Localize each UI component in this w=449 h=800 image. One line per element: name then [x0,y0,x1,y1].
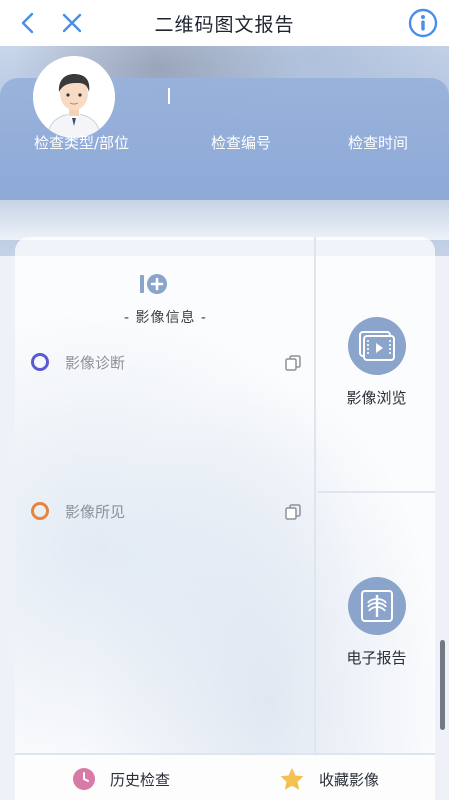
star-icon [280,768,304,790]
xray-report-icon [347,577,406,635]
image-diagnosis-label: 影像诊断 [65,354,126,372]
info-icon [408,8,438,38]
history-exam-label: 历史检查 [110,770,171,789]
bottom-action-bar: 历史检查 收藏影像 [15,753,435,800]
image-browse-label: 影像浏览 [346,389,407,407]
copy-icon[interactable] [283,352,303,372]
image-findings-row[interactable]: 影像所见 [31,500,303,522]
image-info-icon [140,274,167,294]
image-info-section: - 影像信息 - 影像诊断 影像所见 [15,237,316,757]
exam-type-label: 检查类型/部位 [34,134,130,152]
exam-number-label: 检查编号 [211,134,272,152]
e-report-tile[interactable]: 电子报告 [318,495,435,757]
avatar [33,56,115,138]
top-navbar: 二维码图文报告 [0,0,449,46]
diagnosis-circle-icon [31,353,49,371]
close-icon [62,13,82,33]
chevron-left-icon [21,12,34,34]
close-button[interactable] [58,9,86,37]
text-cursor [168,88,170,104]
back-button[interactable] [14,9,42,37]
image-browse-icon [347,317,406,375]
image-findings-label: 影像所见 [65,503,126,521]
page-title: 二维码图文报告 [154,13,295,36]
info-button[interactable] [407,7,439,39]
doctor-avatar-icon [33,56,115,138]
history-exam-button[interactable]: 历史检查 [72,767,170,791]
patient-info-labels: 检查类型/部位 检查编号 检查时间 [0,132,449,158]
hero-fade [0,200,449,240]
image-diagnosis-row[interactable]: 影像诊断 [31,351,303,373]
favorite-images-button[interactable]: 收藏影像 [279,767,379,791]
findings-circle-icon [31,502,49,520]
copy-icon[interactable] [283,501,303,521]
scrollbar-thumb[interactable] [440,640,445,730]
favorite-images-label: 收藏影像 [319,770,380,789]
image-info-title: - 影像信息 - [123,310,207,326]
clock-icon [73,768,95,790]
report-panel: - 影像信息 - 影像诊断 影像所见 影像浏览 电子报告 [15,237,435,757]
exam-time-label: 检查时间 [348,134,409,152]
e-report-label: 电子报告 [346,649,407,667]
image-browse-tile[interactable]: 影像浏览 [318,237,435,493]
